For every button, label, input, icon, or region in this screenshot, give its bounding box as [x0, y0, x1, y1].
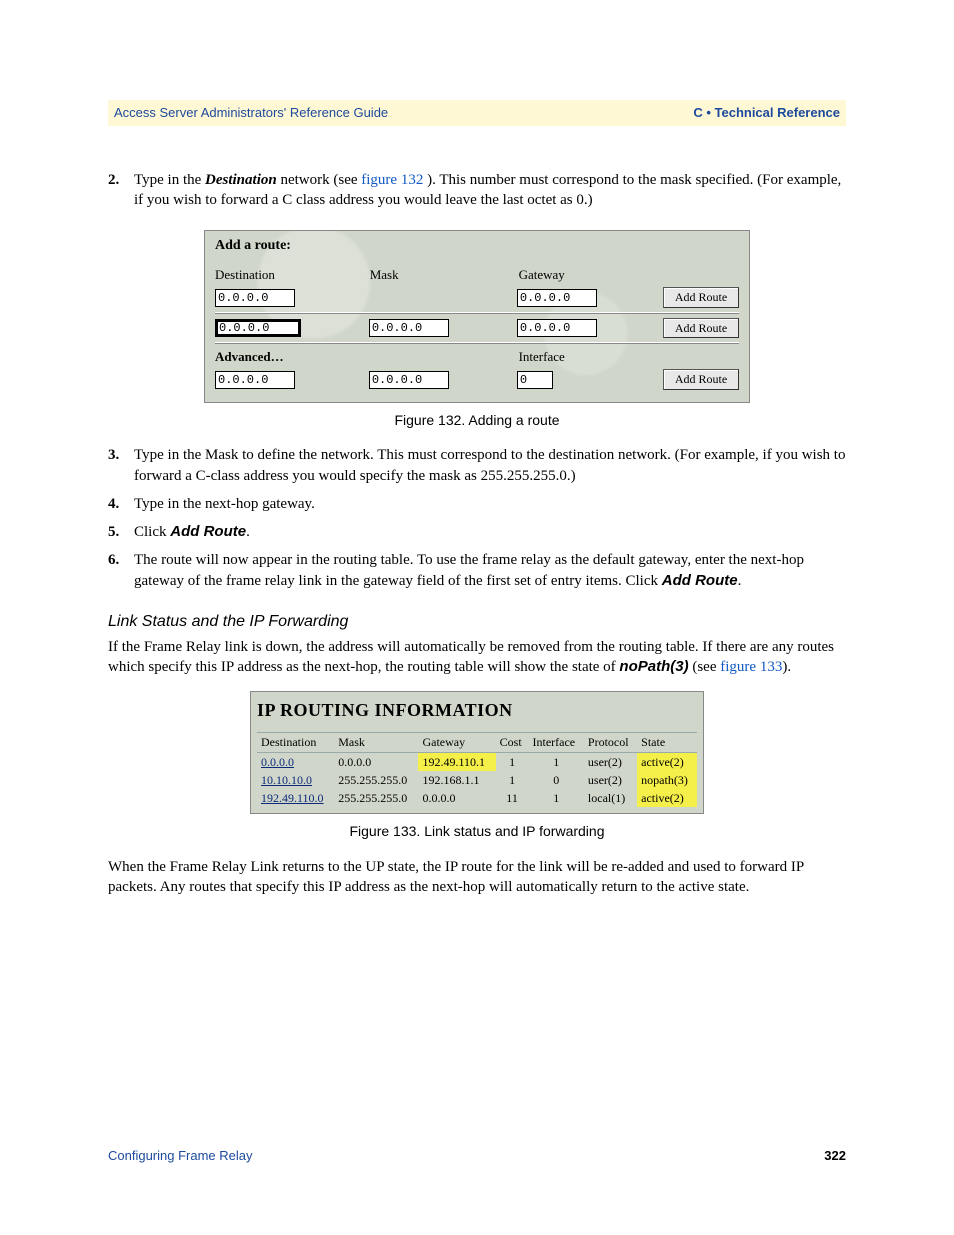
gateway-input[interactable]: [517, 289, 597, 307]
add-route-title: Add a route:: [215, 237, 739, 256]
divider: [215, 312, 739, 314]
footer-left: Configuring Frame Relay: [108, 1147, 253, 1165]
figure-132: Add a route: Destination Mask Gateway Ad…: [204, 230, 750, 403]
table-row: 192.49.110.0255.255.255.00.0.0.0111local…: [257, 789, 697, 807]
figure-133: IP ROUTING INFORMATION Destination Mask …: [250, 691, 704, 814]
figure-133-caption: Figure 133. Link status and IP forwardin…: [108, 822, 846, 841]
page-header: Access Server Administrators' Reference …: [108, 100, 846, 126]
step-body: The route will now appear in the routing…: [134, 550, 846, 591]
text: .: [246, 524, 250, 540]
add-route-term: Add Route: [662, 572, 738, 589]
col-cost: Cost: [496, 733, 529, 752]
col-destination: Destination: [257, 733, 334, 752]
dest-input[interactable]: [215, 371, 295, 389]
steps-list: 2. Type in the Destination network (see …: [108, 170, 846, 211]
step-4: 4. Type in the next-hop gateway.: [108, 494, 846, 514]
col-protocol: Protocol: [584, 733, 637, 752]
text: Type in the: [134, 172, 205, 188]
divider: [215, 342, 739, 344]
gateway-input[interactable]: [517, 319, 597, 337]
routing-link[interactable]: 0.0.0.0: [261, 755, 294, 769]
footer-right: 322: [824, 1147, 846, 1165]
step-number: 4.: [108, 494, 134, 514]
figure-132-caption: Figure 132. Adding a route: [108, 411, 846, 430]
closing-paragraph: When the Frame Relay Link returns to the…: [108, 857, 846, 898]
steps-list-cont: 3. Type in the Mask to define the networ…: [108, 445, 846, 591]
step-body: Type in the Mask to define the network. …: [134, 445, 846, 486]
text: Click: [134, 524, 170, 540]
destination-term: Destination: [205, 172, 277, 188]
text: .: [738, 573, 742, 589]
mask-input[interactable]: [369, 319, 449, 337]
figure-132-link[interactable]: figure 132: [361, 172, 423, 188]
step-number: 6.: [108, 550, 134, 591]
section-heading: Link Status and the IP Forwarding: [108, 611, 846, 633]
step-body: Type in the next-hop gateway.: [134, 494, 846, 514]
ip-routing-title: IP ROUTING INFORMATION: [257, 698, 697, 722]
text: (see: [692, 659, 720, 675]
col-gateway: Gateway: [418, 733, 495, 752]
step-2: 2. Type in the Destination network (see …: [108, 170, 846, 211]
header-left: Access Server Administrators' Reference …: [114, 104, 388, 122]
table-header-row: Destination Mask Gateway Cost Interface …: [257, 733, 697, 752]
col-state: State: [637, 733, 697, 752]
add-route-button[interactable]: Add Route: [663, 287, 739, 307]
col-interface: Interface: [519, 348, 666, 366]
add-route-button[interactable]: Add Route: [663, 318, 739, 338]
section-paragraph: If the Frame Relay link is down, the add…: [108, 637, 846, 678]
route-row-3: Add Route: [215, 369, 739, 389]
step-number: 2.: [108, 170, 134, 211]
step-6: 6. The route will now appear in the rout…: [108, 550, 846, 591]
step-5: 5. Click Add Route.: [108, 522, 846, 542]
table-row: 10.10.10.0255.255.255.0192.168.1.110user…: [257, 771, 697, 789]
add-route-button[interactable]: Add Route: [663, 369, 739, 389]
col-mask: Mask: [334, 733, 418, 752]
routing-table: Destination Mask Gateway Cost Interface …: [257, 732, 697, 807]
step-number: 5.: [108, 522, 134, 542]
dest-input[interactable]: [215, 319, 301, 337]
advanced-label: Advanced…: [215, 348, 370, 366]
step-body: Click Add Route.: [134, 522, 846, 542]
text: network (see: [280, 172, 361, 188]
step-3: 3. Type in the Mask to define the networ…: [108, 445, 846, 486]
text: ).: [782, 659, 791, 675]
col-interface: Interface: [529, 733, 584, 752]
dest-input[interactable]: [215, 289, 295, 307]
interface-input[interactable]: [517, 371, 553, 389]
col-gateway: Gateway: [519, 266, 666, 284]
nopath-term: noPath(3): [619, 658, 688, 675]
advanced-header: Advanced… Interface: [215, 348, 739, 366]
route-row-2: Add Route: [215, 318, 739, 338]
route-row-1: Add Route: [215, 287, 739, 307]
header-row: Destination Mask Gateway: [215, 266, 739, 284]
add-route-term: Add Route: [170, 523, 246, 540]
figure-133-link[interactable]: figure 133: [720, 659, 782, 675]
page-footer: Configuring Frame Relay 322: [108, 1147, 846, 1165]
col-destination: Destination: [215, 266, 370, 284]
routing-link[interactable]: 10.10.10.0: [261, 773, 312, 787]
step-number: 3.: [108, 445, 134, 486]
routing-link[interactable]: 192.49.110.0: [261, 791, 324, 805]
header-right: C • Technical Reference: [693, 104, 840, 122]
col-mask: Mask: [370, 266, 519, 284]
mask-input[interactable]: [369, 371, 449, 389]
step-body: Type in the Destination network (see fig…: [134, 170, 846, 211]
table-row: 0.0.0.00.0.0.0192.49.110.111user(2)activ…: [257, 752, 697, 771]
